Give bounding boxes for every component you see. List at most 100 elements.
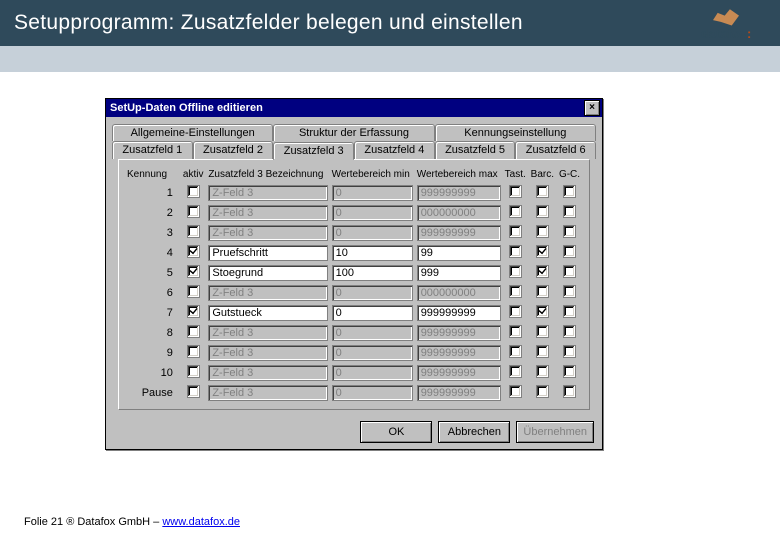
min-input[interactable] [332,205,413,221]
min-input[interactable] [332,365,413,381]
tast-checkbox[interactable] [509,185,522,198]
gc-checkbox[interactable] [563,285,576,298]
kennung-label: Pause [125,383,181,403]
aktiv-checkbox[interactable] [187,325,200,338]
table-row: Pause [125,383,583,403]
barc-checkbox[interactable] [536,285,549,298]
max-input[interactable] [417,265,501,281]
barc-checkbox[interactable] [536,385,549,398]
tast-checkbox[interactable] [509,345,522,358]
bezeichnung-input[interactable] [208,245,327,261]
footer-link[interactable]: www.datafox.de [162,516,240,528]
tab-top-2[interactable]: Kennungseinstellung [435,124,596,141]
max-input[interactable] [417,345,501,361]
barc-checkbox[interactable] [536,225,549,238]
min-input[interactable] [332,285,413,301]
dialog-title: SetUp-Daten Offline editieren [110,102,584,114]
aktiv-checkbox[interactable] [187,265,200,278]
gc-checkbox[interactable] [563,265,576,278]
gc-checkbox[interactable] [563,325,576,338]
tab-bottom-5[interactable]: Zusatzfeld 6 [515,141,596,159]
bezeichnung-input[interactable] [208,345,327,361]
col-kennung: Kennung [125,166,181,183]
tab-top-0[interactable]: Allgemeine-Einstellungen [112,124,273,141]
tab-bottom-4[interactable]: Zusatzfeld 5 [435,141,516,159]
aktiv-checkbox[interactable] [187,225,200,238]
dialog-buttons: OK Abbrechen Übernehmen [106,415,602,449]
table-row: 1 [125,183,583,203]
min-input[interactable] [332,225,413,241]
max-input[interactable] [417,185,501,201]
tast-checkbox[interactable] [509,305,522,318]
max-input[interactable] [417,305,501,321]
min-input[interactable] [332,345,413,361]
max-input[interactable] [417,365,501,381]
tab-bottom-0[interactable]: Zusatzfeld 1 [112,141,193,159]
gc-checkbox[interactable] [563,345,576,358]
min-input[interactable] [332,385,413,401]
dialog-titlebar[interactable]: SetUp-Daten Offline editieren × [106,99,602,117]
close-icon[interactable]: × [584,100,600,116]
max-input[interactable] [417,225,501,241]
tast-checkbox[interactable] [509,285,522,298]
tast-checkbox[interactable] [509,325,522,338]
tast-checkbox[interactable] [509,365,522,378]
max-input[interactable] [417,285,501,301]
aktiv-checkbox[interactable] [187,305,200,318]
tab-bottom-1[interactable]: Zusatzfeld 2 [193,141,274,159]
tab-bottom-2[interactable]: Zusatzfeld 3 [273,142,354,160]
min-input[interactable] [332,305,413,321]
tab-bottom-3[interactable]: Zusatzfeld 4 [354,141,435,159]
barc-checkbox[interactable] [536,325,549,338]
aktiv-checkbox[interactable] [187,345,200,358]
bezeichnung-input[interactable] [208,365,327,381]
tast-checkbox[interactable] [509,385,522,398]
tast-checkbox[interactable] [509,225,522,238]
apply-button[interactable]: Übernehmen [516,421,594,443]
bezeichnung-input[interactable] [208,285,327,301]
gc-checkbox[interactable] [563,185,576,198]
tab-top-1[interactable]: Struktur der Erfassung [273,124,434,141]
max-input[interactable] [417,385,501,401]
bezeichnung-input[interactable] [208,385,327,401]
aktiv-checkbox[interactable] [187,285,200,298]
aktiv-checkbox[interactable] [187,185,200,198]
tast-checkbox[interactable] [509,205,522,218]
aktiv-checkbox[interactable] [187,205,200,218]
gc-checkbox[interactable] [563,365,576,378]
gc-checkbox[interactable] [563,305,576,318]
gc-checkbox[interactable] [563,385,576,398]
barc-checkbox[interactable] [536,365,549,378]
min-input[interactable] [332,325,413,341]
min-input[interactable] [332,265,413,281]
gc-checkbox[interactable] [563,225,576,238]
barc-checkbox[interactable] [536,305,549,318]
bezeichnung-input[interactable] [208,265,327,281]
min-input[interactable] [332,245,413,261]
aktiv-checkbox[interactable] [187,245,200,258]
barc-checkbox[interactable] [536,205,549,218]
max-input[interactable] [417,325,501,341]
aktiv-checkbox[interactable] [187,365,200,378]
slide-title-bar: Setupprogramm: Zusatzfelder belegen und … [0,0,780,46]
bezeichnung-input[interactable] [208,305,327,321]
tast-checkbox[interactable] [509,265,522,278]
barc-checkbox[interactable] [536,185,549,198]
gc-checkbox[interactable] [563,245,576,258]
barc-checkbox[interactable] [536,245,549,258]
min-input[interactable] [332,185,413,201]
cancel-button[interactable]: Abbrechen [438,421,510,443]
bezeichnung-input[interactable] [208,225,327,241]
max-input[interactable] [417,245,501,261]
gc-checkbox[interactable] [563,205,576,218]
barc-checkbox[interactable] [536,265,549,278]
bezeichnung-input[interactable] [208,185,327,201]
footer-text: Folie 21 ® Datafox GmbH – [24,516,162,528]
ok-button[interactable]: OK [360,421,432,443]
bezeichnung-input[interactable] [208,325,327,341]
aktiv-checkbox[interactable] [187,385,200,398]
bezeichnung-input[interactable] [208,205,327,221]
tast-checkbox[interactable] [509,245,522,258]
barc-checkbox[interactable] [536,345,549,358]
max-input[interactable] [417,205,501,221]
